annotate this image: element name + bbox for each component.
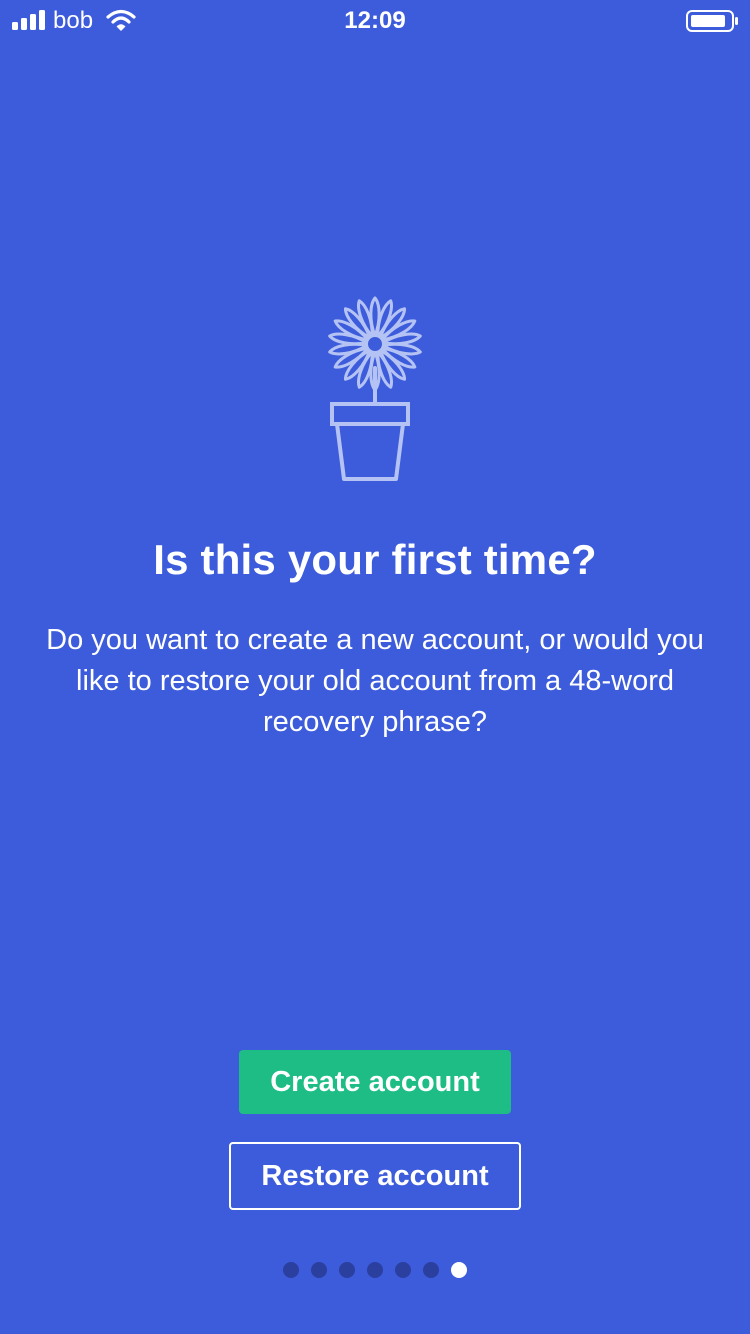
create-account-button[interactable]: Create account <box>239 1050 511 1114</box>
page-description: Do you want to create a new account, or … <box>46 624 704 738</box>
page-title: Is this your first time? <box>153 536 597 583</box>
pager-dot <box>311 1262 327 1278</box>
status-bar: bob 12:09 <box>0 0 750 40</box>
pager-dot <box>367 1262 383 1278</box>
pager-dot <box>339 1262 355 1278</box>
restore-account-button[interactable]: Restore account <box>229 1142 521 1210</box>
page-indicator <box>0 1262 750 1278</box>
pager-dot <box>395 1262 411 1278</box>
battery-icon <box>686 10 738 32</box>
pager-dot <box>283 1262 299 1278</box>
flower-pot-icon <box>328 296 422 481</box>
status-time: 12:09 <box>344 7 406 34</box>
pager-dot-active <box>451 1262 467 1278</box>
pager-dot <box>423 1262 439 1278</box>
